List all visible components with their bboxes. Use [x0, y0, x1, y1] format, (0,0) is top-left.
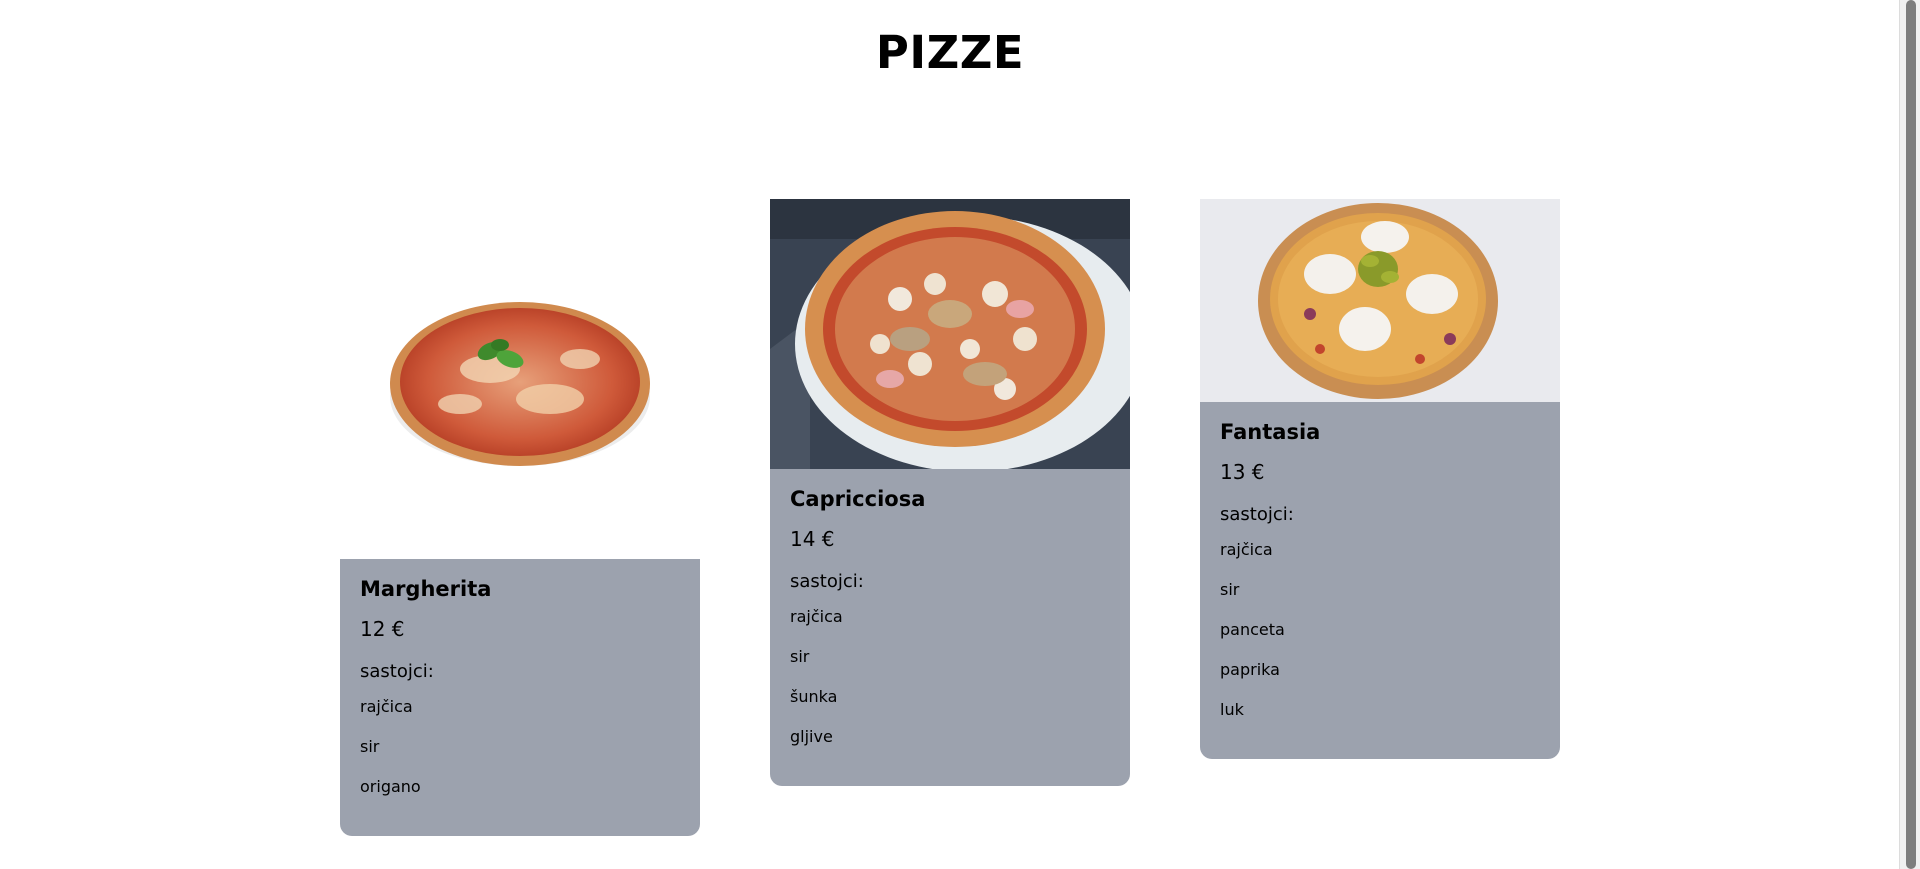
ingredient-item: rajčica: [790, 607, 843, 626]
pizza-name: Margherita: [360, 577, 492, 601]
pizza-price: 14 €: [790, 527, 835, 551]
ingredients-list: rajčica sir šunka gljive: [790, 606, 1110, 766]
ingredient-item: šunka: [790, 687, 838, 706]
ingredient-item: rajčica: [360, 697, 413, 716]
ingredient-item: sir: [360, 737, 380, 756]
pizza-capricciosa-image: [770, 199, 1130, 469]
pizza-name: Capricciosa: [790, 487, 926, 511]
scrollbar-thumb[interactable]: [1906, 0, 1916, 869]
pizza-card-fantasia[interactable]: Fantasia 13 € sastojci: rajčica sir panc…: [1200, 199, 1560, 759]
pizza-info: Capricciosa 14 € sastojci: rajčica sir š…: [770, 469, 1130, 786]
pizza-info: Fantasia 13 € sastojci: rajčica sir panc…: [1200, 402, 1560, 759]
ingredient-item: paprika: [1220, 660, 1280, 679]
pizza-name: Fantasia: [1220, 420, 1321, 444]
ingredients-label: sastojci:: [790, 571, 864, 592]
pizza-margherita-image: [340, 199, 700, 559]
ingredients-list: rajčica sir origano: [360, 696, 680, 816]
ingredients-label: sastojci:: [1220, 504, 1294, 525]
ingredient-item: luk: [1220, 700, 1244, 719]
ingredient-item: sir: [790, 647, 810, 666]
ingredient-item: panceta: [1220, 620, 1285, 639]
page-title: PIZZE: [875, 26, 1025, 79]
pizza-price: 13 €: [1220, 460, 1265, 484]
pizza-price: 12 €: [360, 617, 405, 641]
pizza-info: Margherita 12 € sastojci: rajčica sir or…: [340, 559, 700, 836]
ingredient-item: origano: [360, 777, 421, 796]
ingredient-item: gljive: [790, 727, 833, 746]
ingredients-list: rajčica sir panceta paprika luk: [1220, 539, 1540, 739]
pizza-fantasia-image: [1200, 199, 1560, 402]
vertical-scrollbar[interactable]: [1899, 0, 1920, 869]
ingredients-label: sastojci:: [360, 661, 434, 682]
pizza-card-capricciosa[interactable]: Capricciosa 14 € sastojci: rajčica sir š…: [770, 199, 1130, 786]
ingredient-item: rajčica: [1220, 540, 1273, 559]
ingredient-item: sir: [1220, 580, 1240, 599]
pizza-card-margherita[interactable]: Margherita 12 € sastojci: rajčica sir or…: [340, 199, 700, 836]
